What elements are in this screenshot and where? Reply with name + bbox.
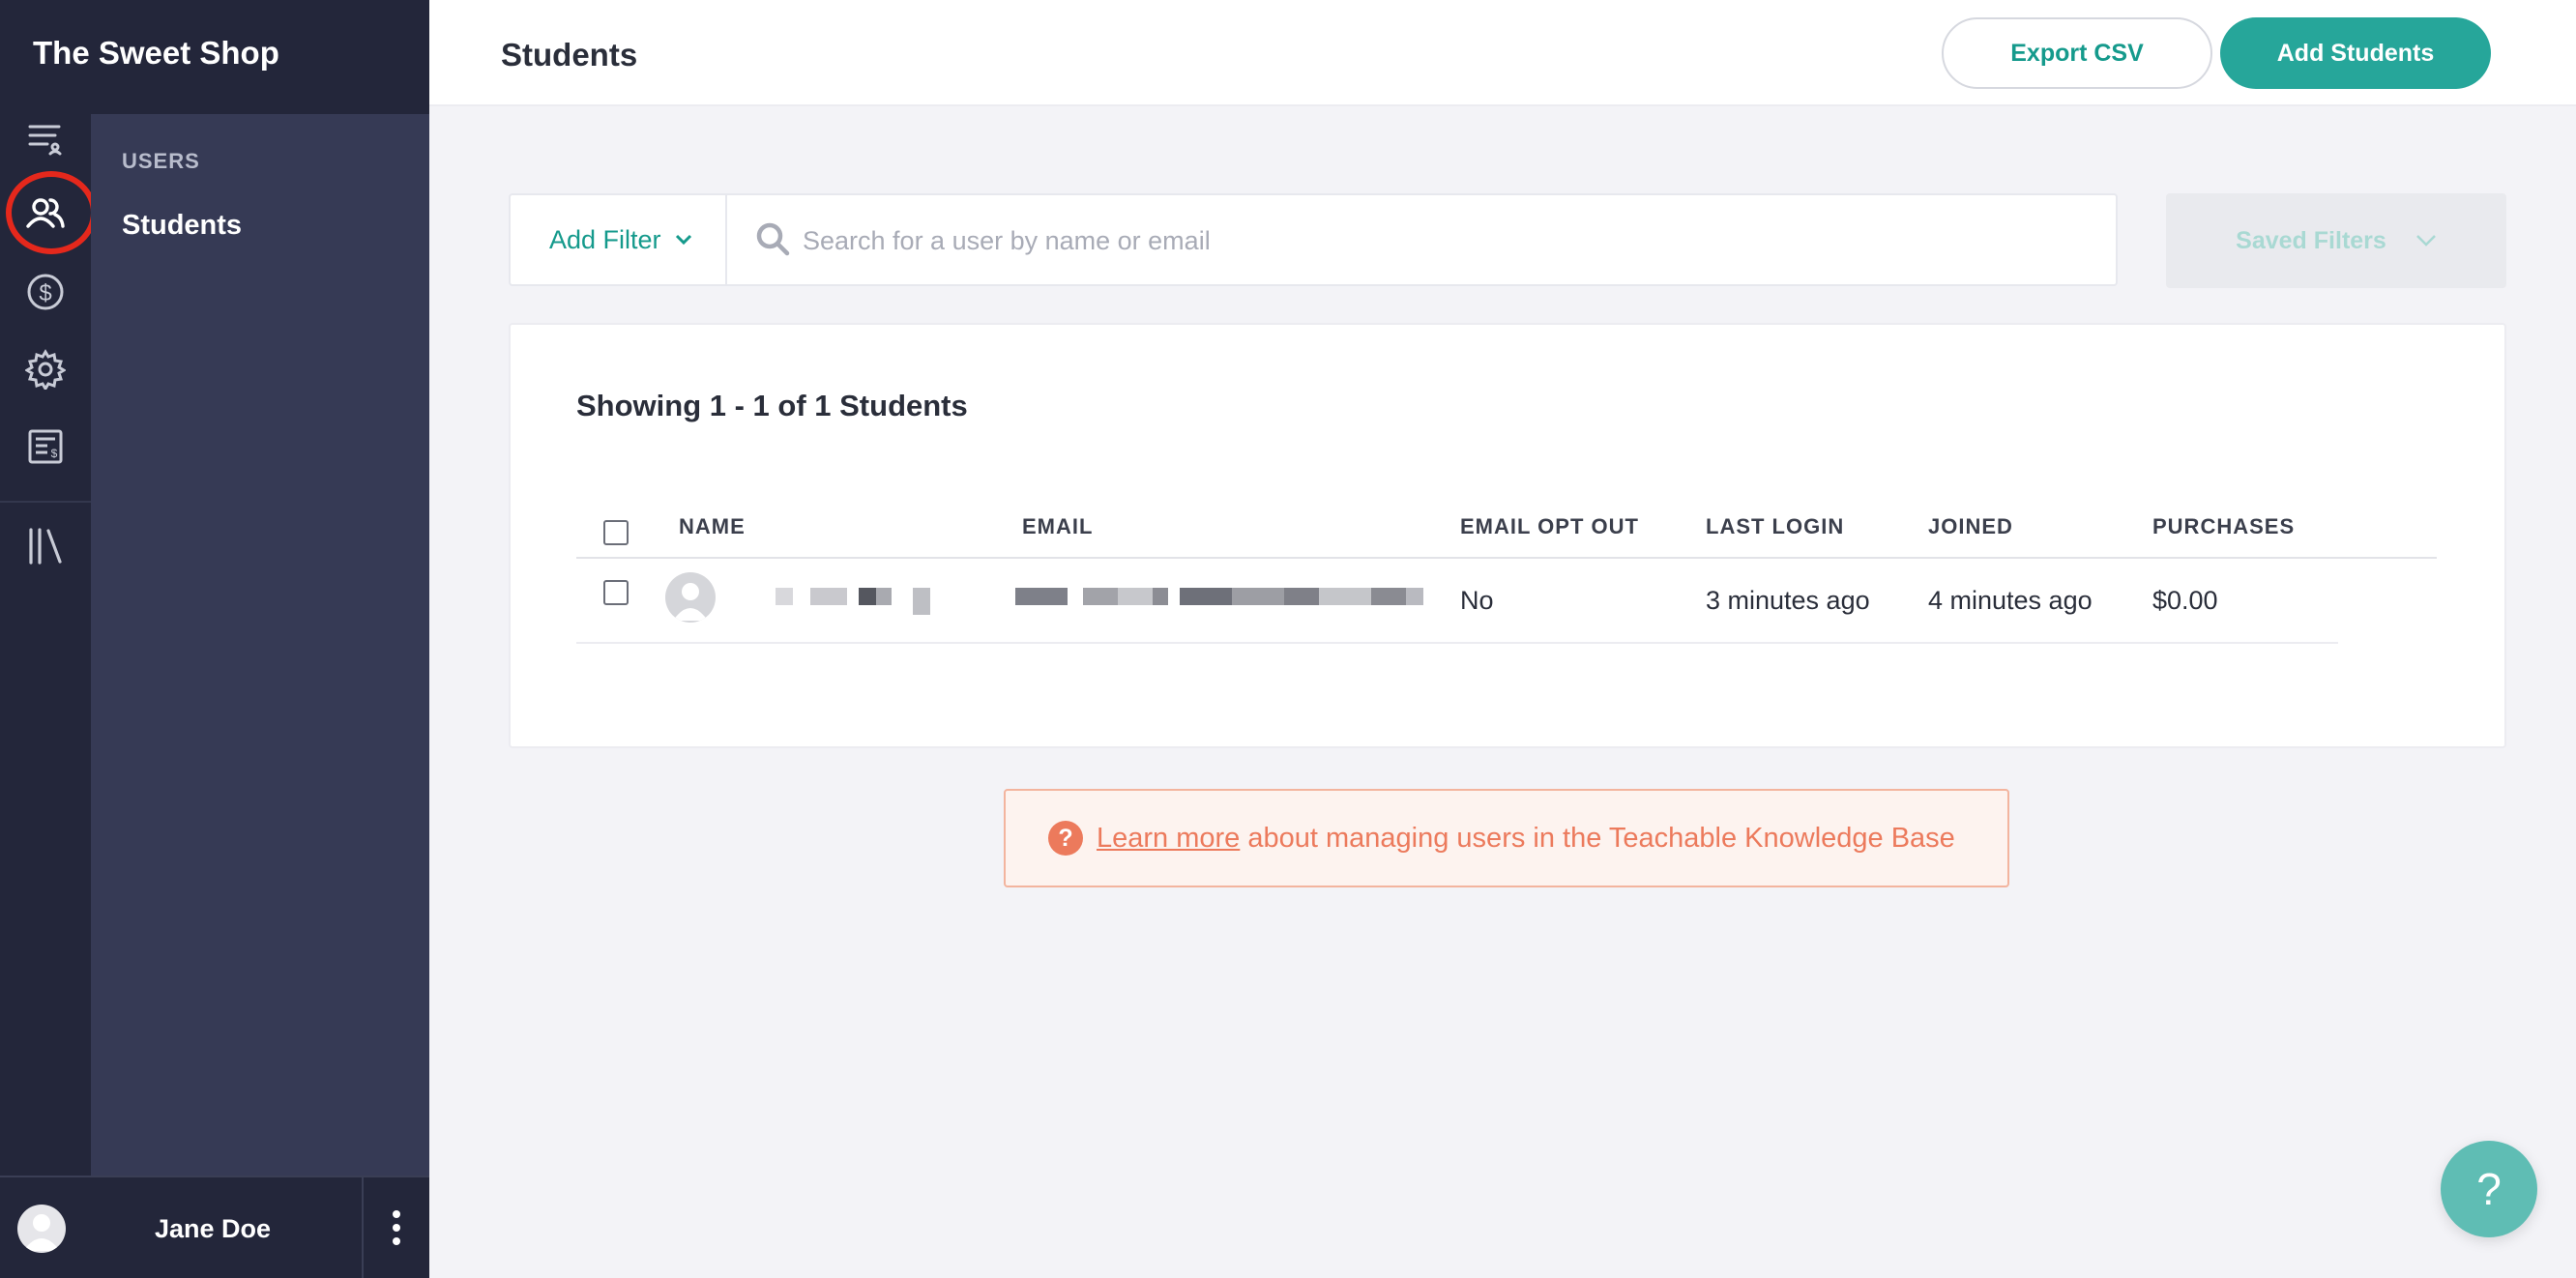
- question-circle-icon: ?: [1048, 821, 1083, 856]
- last-login-value: 3 minutes ago: [1706, 586, 1870, 615]
- svg-text:$: $: [51, 447, 58, 460]
- footer-divider: [362, 1177, 364, 1278]
- add-filter-label: Add Filter: [549, 224, 661, 254]
- saved-filters-label: Saved Filters: [2236, 226, 2386, 254]
- row-checkbox[interactable]: [603, 580, 629, 605]
- column-header-email-opt-out[interactable]: EMAIL OPT OUT: [1460, 514, 1639, 539]
- help-button[interactable]: ?: [2441, 1141, 2537, 1237]
- chevron-down-icon: [2415, 235, 2436, 247]
- dashboard-list-icon[interactable]: [21, 114, 70, 162]
- library-icon[interactable]: [21, 522, 70, 570]
- secondary-sidebar: USERS Students: [91, 114, 429, 1176]
- top-header: Students Export CSV Add Students: [429, 0, 2576, 106]
- avatar[interactable]: [17, 1205, 66, 1253]
- filter-bar: Add Filter: [509, 193, 2118, 286]
- email-opt-out-value: No: [1460, 586, 1494, 615]
- brand-bar: The Sweet Shop: [0, 0, 429, 114]
- column-header-name[interactable]: NAME: [679, 514, 746, 539]
- add-filter-button[interactable]: Add Filter: [511, 195, 727, 284]
- column-header-last-login[interactable]: LAST LOGIN: [1706, 514, 1844, 539]
- page-title: Students: [501, 37, 638, 73]
- svg-text:$: $: [39, 280, 51, 306]
- results-summary: Showing 1 - 1 of 1 Students: [576, 389, 968, 422]
- user-name[interactable]: Jane Doe: [155, 1214, 271, 1244]
- more-vertical-icon[interactable]: [377, 1199, 416, 1257]
- school-name[interactable]: The Sweet Shop: [33, 35, 279, 72]
- users-icon[interactable]: [21, 189, 70, 238]
- dollar-icon[interactable]: $: [21, 268, 70, 316]
- notice-text: about managing users in the Teachable Kn…: [1247, 822, 1955, 854]
- rail-divider: [0, 501, 91, 503]
- knowledge-base-notice: ? Learn more about managing users in the…: [1004, 789, 2009, 887]
- column-header-purchases[interactable]: PURCHASES: [2152, 514, 2295, 539]
- add-students-button[interactable]: Add Students: [2220, 17, 2491, 89]
- chevron-down-icon: [675, 234, 691, 246]
- avatar: [665, 572, 716, 623]
- search-input[interactable]: [803, 215, 2079, 267]
- joined-value: 4 minutes ago: [1928, 586, 2093, 615]
- column-header-email[interactable]: EMAIL: [1022, 514, 1093, 539]
- students-table-card: Showing 1 - 1 of 1 Students NAME EMAIL E…: [509, 323, 2506, 748]
- column-header-joined[interactable]: JOINED: [1928, 514, 2013, 539]
- select-all-checkbox[interactable]: [603, 520, 629, 545]
- receipt-icon[interactable]: $: [21, 422, 70, 471]
- table-header-divider: [576, 557, 2437, 559]
- gear-icon[interactable]: [21, 345, 70, 393]
- search-icon: [756, 222, 790, 256]
- export-csv-button[interactable]: Export CSV: [1942, 17, 2212, 89]
- subnav-item-students[interactable]: Students: [122, 210, 242, 242]
- saved-filters-dropdown[interactable]: Saved Filters: [2166, 193, 2506, 288]
- user-footer: Jane Doe: [0, 1176, 429, 1278]
- subnav-heading: USERS: [122, 149, 200, 173]
- learn-more-link[interactable]: Learn more: [1097, 823, 1240, 854]
- row-divider: [576, 642, 2338, 644]
- purchases-value: $0.00: [2152, 586, 2218, 615]
